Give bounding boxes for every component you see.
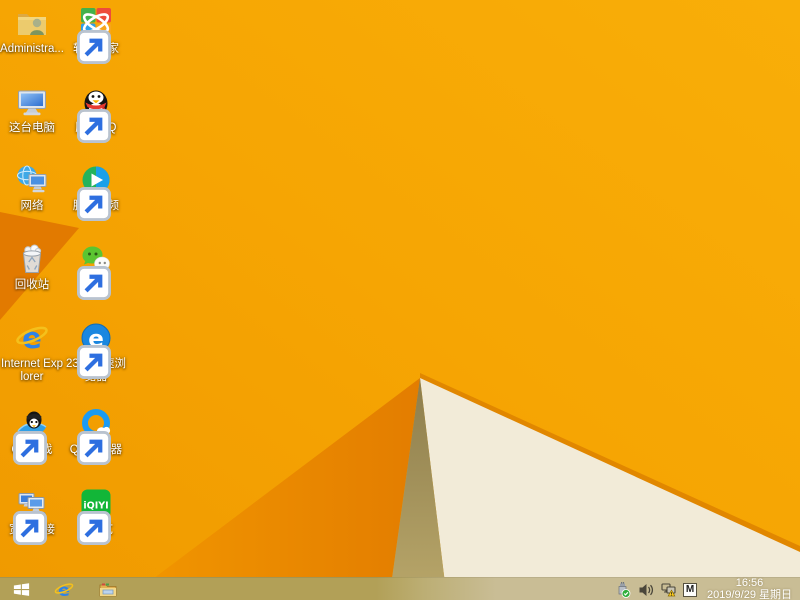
taskbar-internet-explorer-button[interactable]: e [48, 578, 80, 600]
shortcut-arrow-icon [13, 511, 47, 545]
clock-date: 2019/9/29 星期日 [707, 589, 792, 600]
desktop[interactable]: Administra... 软件管家 这台电脑 腾讯QQ 网络 腾 [0, 0, 800, 600]
desktop-icon-recycle-bin[interactable]: 回收站 [0, 242, 64, 292]
desktop-icon-label: Administra... [0, 43, 64, 55]
shortcut-arrow-icon [77, 187, 111, 221]
user-folder-icon [15, 6, 49, 40]
qq-browser-icon [77, 407, 113, 465]
network-status-warning-icon[interactable] [660, 581, 677, 598]
broadband-connection-icon [13, 487, 49, 545]
shortcut-arrow-icon [77, 30, 111, 64]
volume-icon[interactable] [637, 581, 654, 598]
internet-explorer-icon: e [54, 580, 74, 600]
shortcut-arrow-icon [77, 266, 111, 300]
desktop-icon-internet-explorer[interactable]: e Internet Explorer [0, 321, 64, 384]
desktop-icon-qq-games[interactable]: QQ游戏 [0, 407, 64, 465]
recycle-bin-icon [15, 242, 49, 276]
system-tray: M 16:56 2019/9/29 星期日 [614, 578, 796, 600]
iqiyi-icon: iQIYI [77, 487, 113, 545]
computer-icon [15, 85, 49, 119]
desktop-icon-broadband[interactable]: 宽带连接 [0, 487, 64, 545]
shortcut-arrow-icon [13, 431, 47, 465]
qq-games-icon [13, 407, 49, 465]
desktop-icon-label: Internet Explorer [0, 358, 63, 383]
svg-text:iQIYI: iQIYI [83, 501, 108, 512]
desktop-icon-label: 这台电脑 [9, 122, 55, 134]
start-button[interactable] [5, 578, 37, 600]
2345-browser-icon: e [77, 321, 113, 379]
taskbar-file-explorer-button[interactable] [92, 578, 124, 600]
desktop-icon-this-pc[interactable]: 这台电脑 [0, 85, 64, 135]
desktop-icon-tencent-video[interactable]: 腾讯视频 [64, 163, 128, 221]
network-globe-icon [15, 163, 49, 197]
desktop-icon-network[interactable]: 网络 [0, 163, 64, 213]
taskbar: e M 16:56 2019/9/29 星期日 [0, 577, 800, 600]
desktop-icon-software-manager[interactable]: 软件管家 [64, 6, 128, 64]
shortcut-arrow-icon [77, 109, 111, 143]
desktop-icon-label: 网络 [20, 200, 44, 212]
desktop-icon-tencent-qq[interactable]: 腾讯QQ [64, 85, 128, 143]
windows-logo-icon [12, 580, 31, 599]
desktop-icon-label: 回收站 [14, 279, 50, 291]
internet-explorer-icon: e [15, 321, 49, 355]
shortcut-arrow-icon [77, 511, 111, 545]
wechat-icon [77, 242, 113, 300]
taskbar-clock[interactable]: 16:56 2019/9/29 星期日 [707, 578, 792, 600]
safely-remove-hardware-icon[interactable] [614, 581, 631, 598]
desktop-icon-administrator[interactable]: Administra... [0, 6, 64, 56]
desktop-icon-qq-browser[interactable]: QQ浏览器 [64, 407, 128, 465]
shortcut-arrow-icon [77, 431, 111, 465]
desktop-icon-wechat[interactable]: 微信 [64, 242, 128, 300]
tencent-video-icon [77, 163, 113, 221]
input-method-indicator[interactable]: M [683, 582, 697, 597]
qq-penguin-icon [77, 85, 113, 143]
desktop-icon-2345-browser[interactable]: e 2345加速浏览器 [64, 321, 128, 384]
clock-time: 16:56 [735, 577, 764, 589]
file-explorer-icon [98, 580, 118, 600]
desktop-icon-iqiyi[interactable]: iQIYI 爱奇艺 [64, 487, 128, 545]
software-manager-icon [77, 6, 113, 64]
shortcut-arrow-icon [77, 345, 111, 379]
